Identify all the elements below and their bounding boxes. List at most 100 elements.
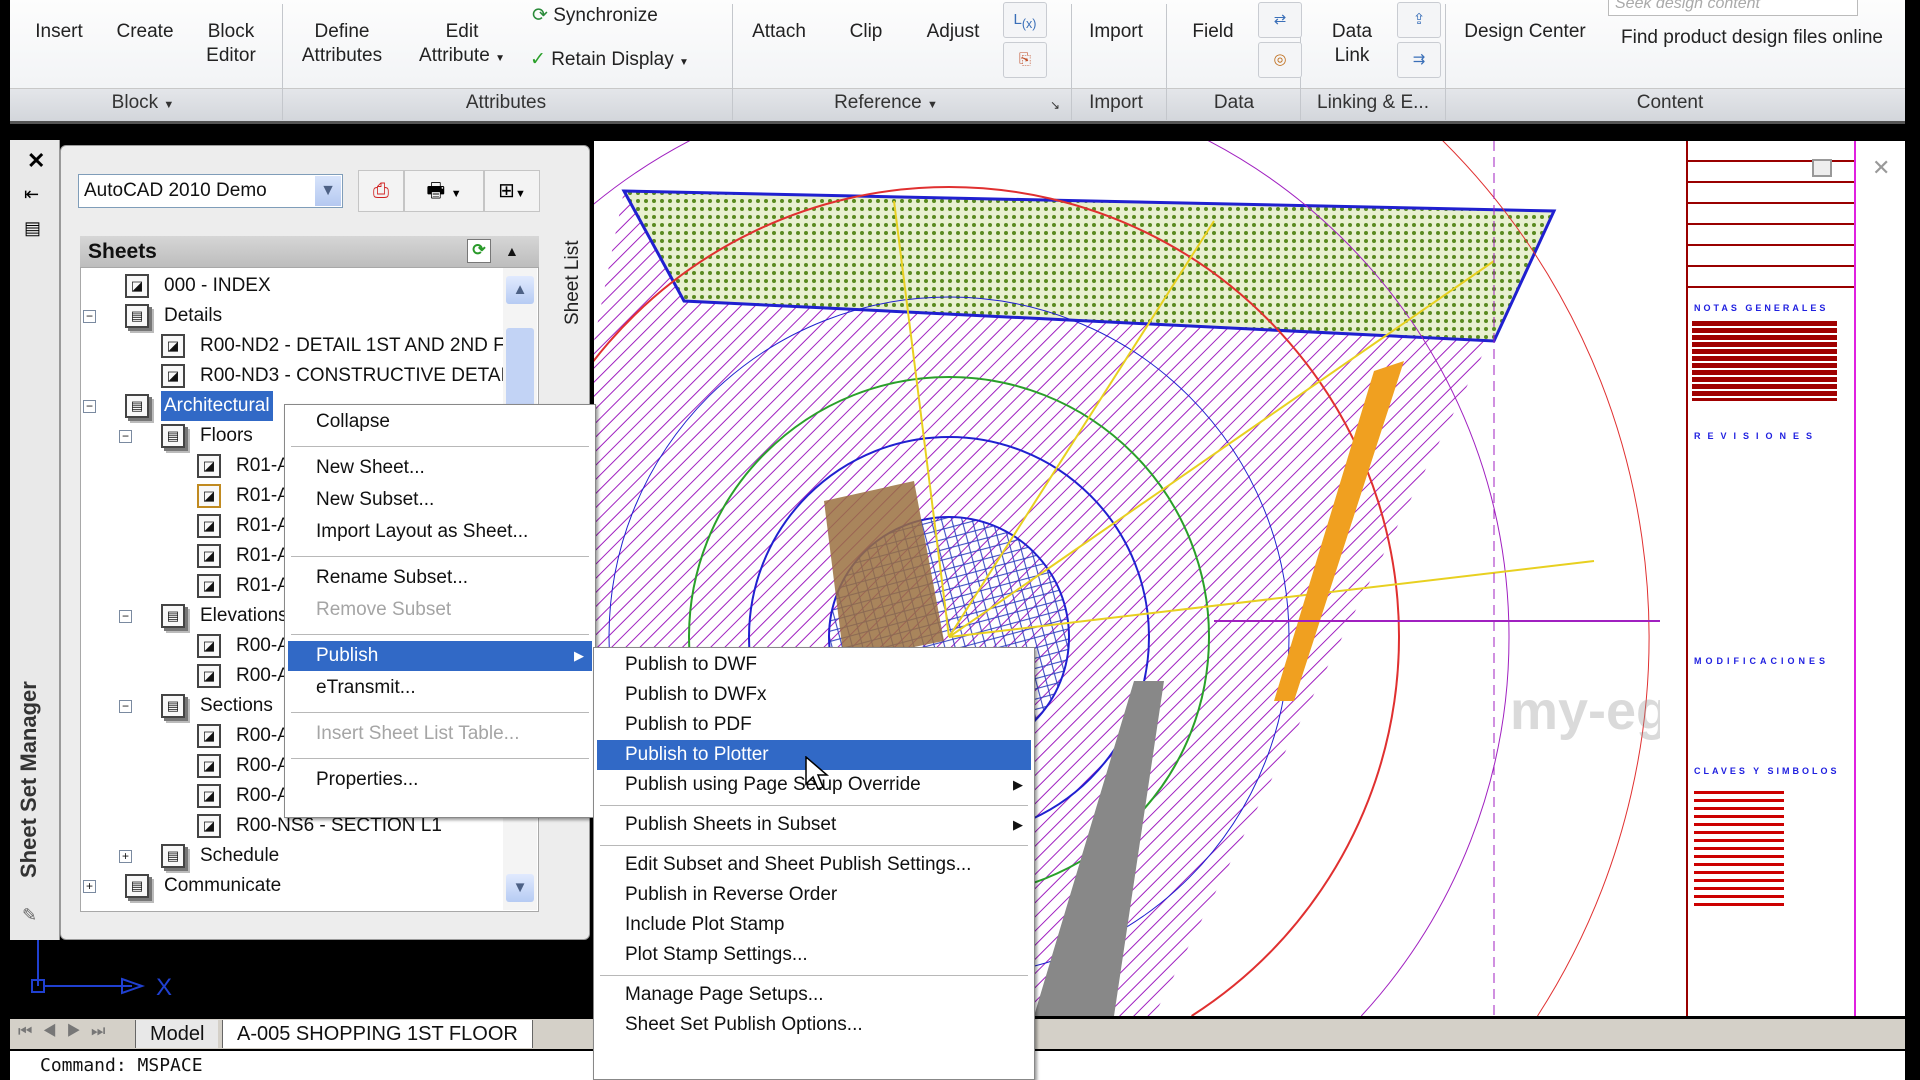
- menu-item-label: Publish in Reverse Order: [625, 884, 838, 905]
- menu-item-publish[interactable]: Publish ▶: [288, 641, 592, 671]
- menu-item-label: Manage Page Setups...: [625, 984, 824, 1005]
- submenu-arrow-icon: ▶: [1013, 777, 1023, 792]
- menu-item-collapse[interactable]: Collapse: [288, 407, 592, 437]
- subset-icon: ▤: [125, 394, 149, 418]
- underlay-layers-button[interactable]: L(x): [1003, 2, 1047, 38]
- tab-model[interactable]: Model: [135, 1020, 219, 1048]
- menu-separator: [291, 712, 589, 713]
- field-button[interactable]: Field: [1192, 20, 1233, 44]
- menu-item-label: Properties...: [316, 769, 419, 790]
- menu-item-label: Publish to Plotter: [625, 744, 769, 765]
- tree-label: Details: [164, 305, 223, 326]
- refresh-icon[interactable]: ⟳: [467, 239, 491, 263]
- tree-sheet[interactable]: ◪ 000 - INDEX: [81, 271, 501, 301]
- adjust-button[interactable]: Adjust: [927, 20, 980, 44]
- block-editor-button[interactable]: Block Editor: [206, 20, 256, 68]
- collapse-icon[interactable]: −: [119, 430, 132, 443]
- sheet-icon: ◪: [197, 784, 221, 808]
- chevron-down-icon[interactable]: ▼: [315, 176, 341, 206]
- scroll-down-icon[interactable]: ▼: [506, 874, 534, 902]
- import-button[interactable]: Import: [1089, 20, 1143, 44]
- menu-item-edit-subset-and-sheet-publish-settings[interactable]: Edit Subset and Sheet Publish Settings..…: [597, 850, 1031, 880]
- panel-divider: [1071, 4, 1072, 120]
- attach-button[interactable]: Attach: [752, 20, 806, 44]
- menu-item-publish-to-dwfx[interactable]: Publish to DWFx: [597, 680, 1031, 710]
- update-fields-button[interactable]: ⇄: [1258, 2, 1302, 38]
- menu-item-new-sheet[interactable]: New Sheet...: [288, 453, 592, 483]
- auto-hide-icon[interactable]: ⇤: [24, 184, 39, 205]
- menu-item-new-subset[interactable]: New Subset...: [288, 485, 592, 515]
- data-link-button[interactable]: Data Link: [1332, 20, 1372, 68]
- expand-icon[interactable]: +: [119, 850, 132, 863]
- properties-icon[interactable]: ▤: [24, 218, 41, 239]
- download-link-icon[interactable]: ⇉: [1397, 42, 1441, 78]
- dropdown-arrow-icon: ▼: [163, 99, 175, 111]
- menu-item-sheet-set-publish-options[interactable]: Sheet Set Publish Options...: [597, 1010, 1031, 1040]
- menu-item-manage-page-setups[interactable]: Manage Page Setups...: [597, 980, 1031, 1010]
- tab-navigation-arrows[interactable]: ⏮◀▶⏭: [18, 1023, 115, 1041]
- panel-label-reference[interactable]: Reference ▼: [834, 92, 938, 114]
- publish-pdf-button[interactable]: ⎙: [358, 170, 404, 212]
- publish-button[interactable]: 🖶 ▼: [404, 170, 484, 212]
- synchronize-button[interactable]: ⟳ Synchronize: [532, 4, 658, 28]
- submenu-arrow-icon: ▶: [574, 648, 584, 663]
- menu-separator: [291, 446, 589, 447]
- scroll-up-icon[interactable]: ▲: [506, 276, 534, 304]
- title-block: NOTAS GENERALES REVISIONES MODIFICACIONE…: [1660, 141, 1905, 1016]
- close-palette-icon[interactable]: ✕: [27, 148, 45, 174]
- tree-subset[interactable]: − ▤ Details: [81, 301, 501, 331]
- tree-sheet[interactable]: ◪ R00-ND2 - DETAIL 1ST AND 2ND F: [81, 331, 505, 361]
- menu-item-plot-stamp-settings[interactable]: Plot Stamp Settings...: [597, 940, 1031, 970]
- panel-divider: [1166, 4, 1167, 120]
- tab-sheet-list[interactable]: Sheet List: [562, 225, 588, 326]
- design-center-button[interactable]: Design Center: [1464, 20, 1585, 44]
- sheet-icon: ◪: [197, 724, 221, 748]
- menu-item-label: Insert Sheet List Table...: [316, 723, 520, 744]
- restore-window-button[interactable]: [1812, 159, 1832, 177]
- menu-item-publish-sheets-in-subset[interactable]: Publish Sheets in Subset ▶: [597, 810, 1031, 840]
- menu-item-label: Plot Stamp Settings...: [625, 944, 808, 965]
- menu-item-publish-to-pdf[interactable]: Publish to PDF: [597, 710, 1031, 740]
- create-block-button[interactable]: Create: [116, 20, 173, 44]
- sheet-selections-button[interactable]: ⊞▼: [484, 170, 540, 212]
- data-extraction-icon[interactable]: ◎: [1258, 42, 1302, 78]
- sheet-set-dropdown[interactable]: AutoCAD 2010 Demo ▼: [78, 174, 343, 208]
- menu-item-publish-in-reverse-order[interactable]: Publish in Reverse Order: [597, 880, 1031, 910]
- close-drawing-button[interactable]: ✕: [1872, 155, 1890, 181]
- edit-attribute-button[interactable]: Edit Attribute ▼: [419, 20, 505, 71]
- panel-label-block[interactable]: Block ▼: [112, 92, 175, 114]
- menu-item-import-layout-as-sheet[interactable]: Import Layout as Sheet...: [288, 517, 592, 547]
- menu-item-publish-to-dwf[interactable]: Publish to DWF: [597, 650, 1031, 680]
- collapse-icon[interactable]: −: [119, 610, 132, 623]
- menu-item-rename-subset[interactable]: Rename Subset...: [288, 563, 592, 593]
- retain-display-button[interactable]: ✓ Retain Display ▼: [530, 48, 689, 75]
- menu-item-properties[interactable]: Properties...: [288, 765, 592, 795]
- collapse-icon[interactable]: −: [119, 700, 132, 713]
- insert-button[interactable]: Insert: [35, 20, 83, 44]
- upload-link-icon[interactable]: ⇪: [1397, 2, 1441, 38]
- tab-layout-a005[interactable]: A-005 SHOPPING 1ST FLOOR: [222, 1020, 533, 1048]
- find-online-link[interactable]: Find product design files online: [1621, 26, 1883, 50]
- locked-sheet-icon: ◪: [197, 484, 221, 508]
- dialog-launcher-icon[interactable]: ↘: [1050, 98, 1060, 112]
- menu-item-etransmit[interactable]: eTransmit...: [288, 673, 592, 703]
- sheet-icon: ◪: [197, 544, 221, 568]
- tree-subset[interactable]: + ▤ Schedule: [81, 841, 501, 871]
- label: Link: [1334, 45, 1370, 66]
- collapse-icon[interactable]: −: [83, 310, 96, 323]
- label: Block: [111, 92, 159, 113]
- define-attributes-button[interactable]: Define Attributes: [302, 20, 382, 68]
- scroll-thumb[interactable]: [506, 328, 534, 408]
- menu-item-include-plot-stamp[interactable]: Include Plot Stamp: [597, 910, 1031, 940]
- tree-label: Architectural: [161, 391, 273, 421]
- tree-sheet[interactable]: ◪ R00-ND3 - CONSTRUCTIVE DETAIL: [81, 361, 516, 391]
- clip-button[interactable]: Clip: [850, 20, 883, 44]
- collapse-header-icon[interactable]: ▲: [505, 236, 519, 267]
- collapse-icon[interactable]: −: [83, 400, 96, 413]
- tree-subset[interactable]: + ▤ Communicate: [81, 871, 501, 901]
- reference-tool-button[interactable]: ⎘: [1003, 42, 1047, 78]
- panel-divider: [282, 4, 283, 120]
- panel-divider: [732, 4, 733, 120]
- seek-search-input[interactable]: Seek design content: [1608, 0, 1858, 16]
- expand-icon[interactable]: +: [83, 880, 96, 893]
